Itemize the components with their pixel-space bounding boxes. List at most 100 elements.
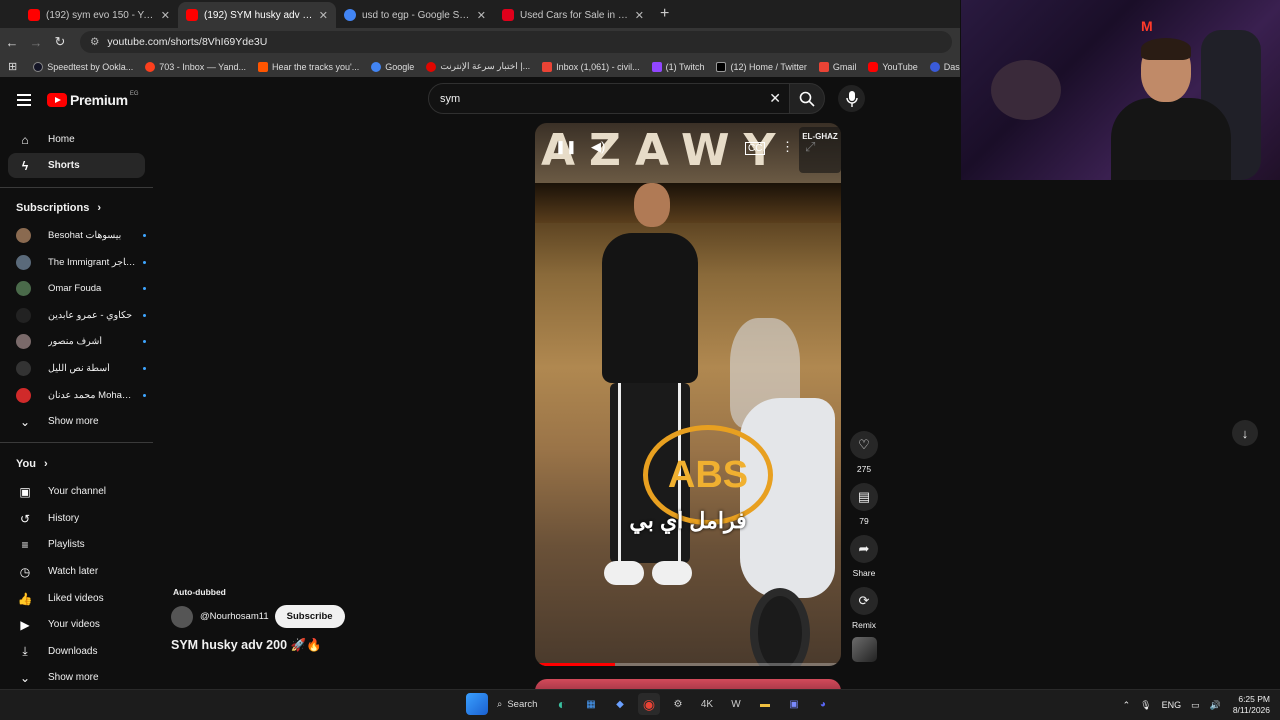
short-title[interactable]: SYM husky adv 200 🚀🔥 bbox=[171, 638, 345, 653]
show-more-subscriptions[interactable]: ⌄ Show more bbox=[8, 409, 145, 434]
bookmark-item[interactable]: (12) Home / Twitter bbox=[716, 61, 807, 72]
sidebar-item-your-videos[interactable]: ▶ Your videos bbox=[8, 612, 145, 637]
close-tab-icon[interactable]: ✕ bbox=[319, 9, 328, 22]
share-icon[interactable]: ➦ bbox=[850, 535, 878, 563]
you-header[interactable]: You › bbox=[16, 458, 48, 470]
your-videos-icon: ▶ bbox=[20, 617, 30, 632]
url-text: youtube.com/shorts/8VhI69Yde3U bbox=[107, 36, 268, 48]
subscriptions-header[interactable]: Subscriptions › bbox=[16, 202, 101, 214]
word-icon[interactable]: W bbox=[725, 693, 747, 715]
video-progress-bar[interactable] bbox=[535, 663, 841, 666]
tab[interactable]: Used Cars for Sale in Dubai | dubizzle ✕ bbox=[494, 2, 652, 28]
search-icon: ⌕ bbox=[497, 698, 503, 710]
youtube-logo[interactable]: Premium EG bbox=[47, 91, 138, 108]
search-button[interactable] bbox=[789, 83, 825, 114]
tab[interactable]: (192) sym evo 150 - YouTube ✕ bbox=[20, 2, 178, 28]
clock[interactable]: 6:25 PM 8/11/2026 bbox=[1233, 694, 1270, 716]
more-options-icon[interactable]: ⋮ bbox=[781, 139, 794, 155]
show-more-you[interactable]: ⌄ Show more bbox=[8, 665, 145, 690]
apps-grid-icon[interactable]: ⊞ bbox=[8, 60, 17, 73]
watch-later-icon: ◷ bbox=[19, 564, 31, 579]
close-tab-icon[interactable]: ✕ bbox=[161, 9, 170, 22]
language-indicator[interactable]: ENG bbox=[1162, 700, 1182, 710]
forward-icon[interactable]: → bbox=[24, 35, 48, 50]
subscription-item[interactable]: Omar Fouda bbox=[16, 279, 146, 297]
discord-icon[interactable]: ◕ bbox=[812, 693, 834, 715]
bookmark-item[interactable]: Dashboard - Restre... bbox=[929, 61, 960, 72]
next-video-button[interactable]: ↓ bbox=[1232, 420, 1258, 446]
subscription-item[interactable]: حكاوي - عمرو عابدين bbox=[16, 306, 146, 324]
bookmark-item[interactable]: Gmail bbox=[818, 61, 857, 72]
like-icon[interactable]: ♡ bbox=[850, 431, 878, 459]
bookmark-item[interactable]: اختبار سرعة الإنترنت |... bbox=[426, 61, 530, 72]
chrome-icon[interactable]: ◉ bbox=[637, 693, 660, 715]
channel-avatar[interactable] bbox=[171, 605, 193, 628]
taskbar-search[interactable]: ⌕ Search bbox=[491, 693, 547, 715]
subscription-item[interactable]: محمد عدنان Moham... bbox=[16, 386, 146, 404]
playlists-icon: ≡ bbox=[21, 537, 29, 552]
bookmark-item[interactable]: Speedtest by Ookla... bbox=[33, 61, 133, 72]
bookmark-label: Gmail bbox=[832, 61, 857, 72]
display-icon[interactable]: ▭ bbox=[1191, 700, 1200, 711]
remix-icon[interactable]: ⟳ bbox=[850, 587, 878, 615]
close-tab-icon[interactable]: ✕ bbox=[477, 9, 486, 22]
app-icon[interactable]: ▣ bbox=[783, 693, 805, 715]
subscribe-button[interactable]: Subscribe bbox=[274, 605, 345, 628]
share-label: Share bbox=[852, 568, 876, 578]
comment-icon[interactable]: ▤ bbox=[850, 483, 878, 511]
bookmark-item[interactable]: Google bbox=[371, 61, 414, 72]
file-explorer-icon[interactable]: ▬ bbox=[754, 693, 776, 715]
new-tab-icon[interactable]: + bbox=[652, 2, 677, 28]
app-icon[interactable]: 4K bbox=[696, 693, 718, 715]
chevron-up-icon[interactable]: ⌃ bbox=[1123, 700, 1131, 711]
bookmark-item[interactable]: Hear the tracks you'... bbox=[258, 61, 359, 72]
channel-handle[interactable]: @Nourhosam11 bbox=[200, 611, 269, 622]
tab[interactable]: usd to egp - Google Search ✕ bbox=[336, 2, 494, 28]
avatar bbox=[16, 387, 31, 403]
volume-icon[interactable]: ◀) bbox=[591, 139, 605, 155]
subscription-item[interactable]: أسطة نص الليل bbox=[16, 359, 146, 377]
sidebar-item-home[interactable]: ⌂ Home bbox=[8, 127, 145, 152]
volume-icon[interactable]: 🔊 bbox=[1210, 700, 1221, 711]
sidebar-item-playlists[interactable]: ≡ Playlists bbox=[8, 532, 145, 557]
windows-start-icon[interactable] bbox=[465, 693, 488, 715]
bookmark-item[interactable]: 703 - Inbox — Yand... bbox=[145, 61, 246, 72]
sidebar-item-history[interactable]: ↺ History bbox=[8, 506, 145, 531]
reload-icon[interactable]: ↻ bbox=[48, 34, 72, 50]
clear-search-icon[interactable]: ✕ bbox=[769, 90, 781, 107]
bookmark-item[interactable]: YouTube bbox=[868, 61, 918, 72]
edge-icon[interactable]: ◐ bbox=[551, 693, 573, 715]
microphone-icon[interactable]: 🎙 bbox=[1140, 700, 1151, 711]
menu-icon[interactable] bbox=[17, 91, 31, 109]
search-input[interactable]: sym ✕ bbox=[428, 83, 790, 114]
site-info-icon[interactable]: ⚙ bbox=[90, 36, 99, 48]
tab-active[interactable]: (192) SYM husky adv 200 🚀🔥 ✕ bbox=[178, 2, 336, 28]
bookmark-item[interactable]: (1) Twitch bbox=[651, 61, 704, 72]
pause-icon[interactable]: ❚❚ bbox=[555, 139, 577, 155]
sound-thumbnail[interactable] bbox=[852, 637, 877, 662]
close-tab-icon[interactable]: ✕ bbox=[635, 9, 644, 22]
bookmark-item[interactable]: Inbox (1,061) - civil... bbox=[542, 61, 640, 72]
app-icon[interactable]: ◆ bbox=[609, 693, 631, 715]
store-icon[interactable]: ▦ bbox=[580, 693, 602, 715]
comment-action[interactable]: ▤ 79 bbox=[850, 483, 878, 526]
subscription-item[interactable]: The Immigrant ـ المهاجر bbox=[16, 253, 146, 271]
subscription-item[interactable]: أشرف منصور bbox=[16, 332, 146, 350]
back-icon[interactable]: ← bbox=[0, 35, 24, 50]
youtube-icon bbox=[868, 61, 879, 72]
voice-search-button[interactable] bbox=[838, 85, 865, 112]
like-icon: 👍 bbox=[17, 591, 33, 606]
address-bar[interactable]: ⚙ youtube.com/shorts/8VhI69Yde3U bbox=[80, 31, 952, 53]
sidebar-item-shorts[interactable]: ϟ Shorts bbox=[8, 153, 145, 178]
sidebar-item-liked-videos[interactable]: 👍 Liked videos bbox=[8, 586, 145, 611]
captions-icon[interactable]: CC bbox=[745, 142, 766, 155]
app-icon[interactable]: ⚙ bbox=[667, 693, 689, 715]
sidebar-item-watch-later[interactable]: ◷ Watch later bbox=[8, 559, 145, 584]
subscription-item[interactable]: Besohat بيسوهات bbox=[16, 226, 146, 244]
sidebar-item-downloads[interactable]: ⤓ Downloads bbox=[8, 639, 145, 664]
remix-action[interactable]: ⟳ Remix bbox=[850, 587, 878, 630]
share-action[interactable]: ➦ Share bbox=[850, 535, 878, 578]
sidebar-item-your-channel[interactable]: ▣ Your channel bbox=[8, 479, 145, 504]
like-action[interactable]: ♡ 275 bbox=[850, 431, 878, 474]
short-video-player[interactable]: AZAWY ABS فرامل اي بي ❚❚ ◀) CC ⋮ EL-GHAZ bbox=[535, 123, 841, 666]
